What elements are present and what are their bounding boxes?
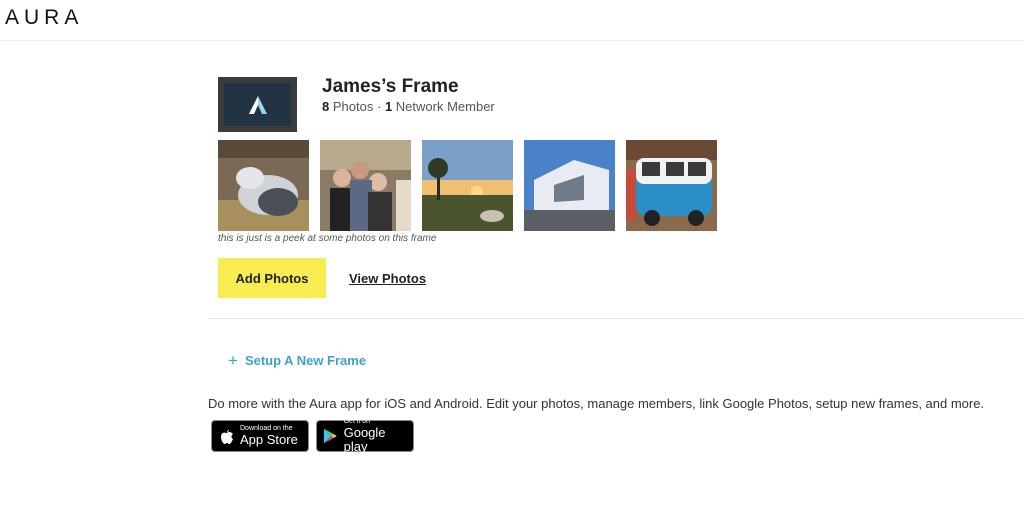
top-bar: AURA <box>0 0 1024 41</box>
setup-new-frame-link[interactable]: + Setup A New Frame <box>228 352 366 369</box>
section-divider <box>208 318 1024 319</box>
photo-sunset-landscape[interactable] <box>422 140 513 231</box>
member-label: Network Member <box>395 99 495 114</box>
frame-title: James’s Frame <box>322 76 459 97</box>
app-promo-text: Do more with the Aura app for iOS and An… <box>208 396 985 411</box>
google-play-icon <box>323 428 337 444</box>
photo-strip <box>218 140 717 231</box>
aura-a-logo-icon <box>248 95 267 114</box>
google-play-big-text: Google play <box>343 425 386 454</box>
apple-icon <box>221 429 233 444</box>
photo-blue-vw-van[interactable] <box>626 140 717 231</box>
add-photos-button[interactable]: Add Photos <box>218 258 326 298</box>
aura-logo[interactable]: AURA <box>5 6 83 30</box>
app-store-badge[interactable]: Download on the App Store <box>211 420 309 452</box>
photo-count: 8 <box>322 99 330 114</box>
frame-thumbnail <box>218 77 297 132</box>
photo-goats[interactable] <box>218 140 309 231</box>
google-play-badge[interactable]: Get it on Google play <box>316 418 414 454</box>
photo-group-selfie[interactable] <box>320 140 411 231</box>
photo-modern-building[interactable] <box>524 140 615 231</box>
meta-separator: · <box>376 99 382 114</box>
plus-icon: + <box>228 351 238 370</box>
photo-label: Photos <box>332 99 374 114</box>
app-store-big-text: App Store <box>240 432 298 447</box>
setup-new-frame-label: Setup A New Frame <box>244 353 367 368</box>
member-count: 1 <box>384 99 393 114</box>
view-photos-link[interactable]: View Photos <box>349 271 426 286</box>
peek-note: this is just is a peek at some photos on… <box>218 233 437 244</box>
frame-meta: 8 Photos · 1 Network Member <box>322 99 495 114</box>
